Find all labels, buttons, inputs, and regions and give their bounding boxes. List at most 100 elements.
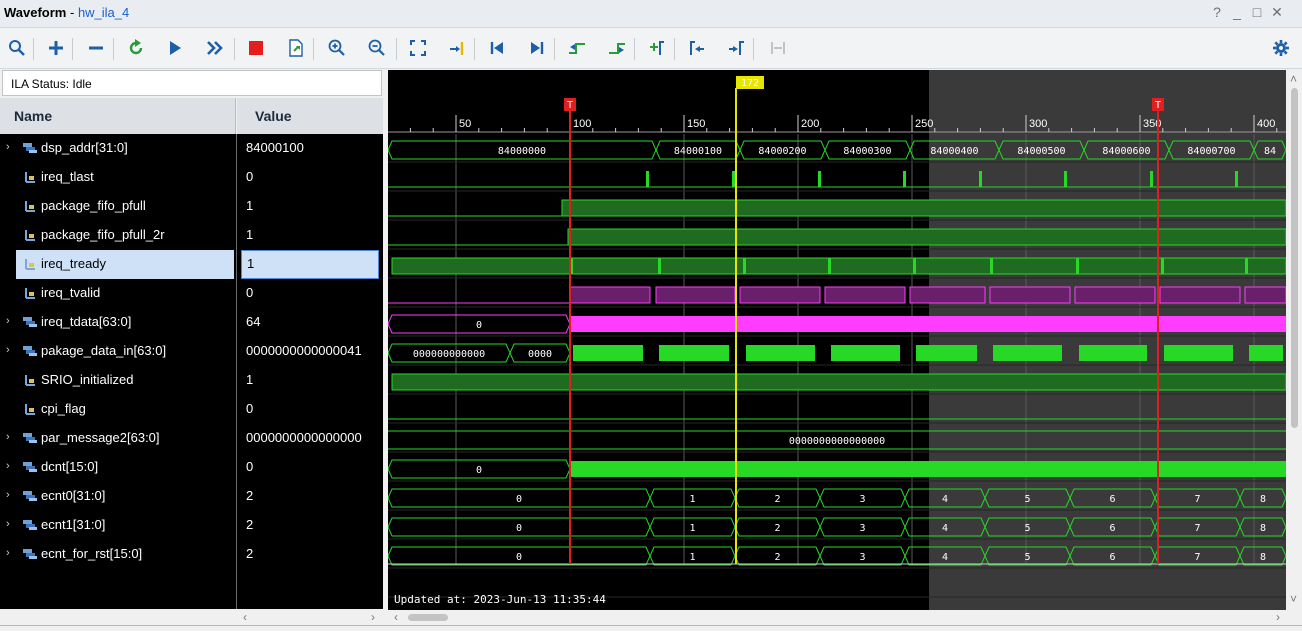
add-marker-icon[interactable] <box>646 37 668 59</box>
expand-chevron-icon[interactable]: › <box>6 344 10 356</box>
expand-chevron-icon[interactable]: › <box>6 518 10 530</box>
bus-value-label: 8 <box>1260 494 1266 505</box>
next-marker-icon[interactable] <box>725 37 747 59</box>
signal-row[interactable]: SRIO_initialized <box>0 366 236 395</box>
help-button[interactable]: ? <box>1208 4 1226 20</box>
wire-signal-icon <box>25 172 35 183</box>
scroll-right-icon[interactable]: › <box>1276 610 1280 624</box>
signal-value-row[interactable]: 2 <box>237 540 383 569</box>
signal-value-row[interactable]: 0 <box>237 395 383 424</box>
swap-cursors-icon[interactable] <box>767 37 789 59</box>
vertical-scrollbar[interactable]: ˄ ˅ <box>1286 70 1302 610</box>
signal-value: 0 <box>246 401 254 416</box>
expand-chevron-icon[interactable]: › <box>6 460 10 472</box>
signal-value-row[interactable]: 2 <box>237 482 383 511</box>
signal-row[interactable]: › par_message2[63:0] <box>0 424 236 453</box>
signal-value-row[interactable]: 84000100 <box>237 134 383 163</box>
bus-value-label: 0000000000000000 <box>789 436 885 447</box>
bus-value-label: 3 <box>859 494 865 505</box>
run-immediate-icon[interactable] <box>204 37 226 59</box>
go-to-cursor-icon[interactable] <box>446 37 468 59</box>
bus-value-label: 7 <box>1194 523 1200 534</box>
close-button[interactable]: ✕ <box>1268 4 1286 21</box>
expand-chevron-icon[interactable]: › <box>6 315 10 327</box>
expand-chevron-icon[interactable]: › <box>6 489 10 501</box>
signal-row[interactable]: › ecnt1[31:0] <box>0 511 236 540</box>
zoom-out-icon[interactable] <box>366 37 388 59</box>
bus-value-label: 0 <box>476 320 482 331</box>
signal-value-row[interactable]: 0 <box>237 453 383 482</box>
signal-value-row[interactable]: 0 <box>237 279 383 308</box>
signal-row[interactable]: package_fifo_pfull <box>0 192 236 221</box>
signal-row[interactable]: › pakage_data_in[63:0] <box>0 337 236 366</box>
signal-row[interactable]: › ecnt_for_rst[15:0] <box>0 540 236 569</box>
signal-value-row[interactable]: 1 <box>237 366 383 395</box>
scroll-up-icon[interactable]: ˄ <box>1290 72 1297 86</box>
search-icon[interactable] <box>6 37 28 59</box>
zoom-add-icon[interactable] <box>45 37 67 59</box>
bus-value-label: 4 <box>942 523 948 534</box>
minimize-button[interactable]: _ <box>1228 4 1246 20</box>
run-trigger-icon[interactable] <box>164 37 186 59</box>
name-column-header[interactable]: Name <box>0 98 236 134</box>
signal-value-row[interactable]: 0000000000000041 <box>237 337 383 366</box>
expand-chevron-icon[interactable]: › <box>6 547 10 559</box>
signal-value-row[interactable]: 1 <box>237 192 383 221</box>
previous-marker-icon[interactable] <box>686 37 708 59</box>
previous-transition-icon[interactable] <box>566 37 588 59</box>
settings-icon[interactable] <box>1270 37 1292 59</box>
signal-row[interactable]: package_fifo_pfull_2r <box>0 221 236 250</box>
signal-row[interactable]: › dcnt[15:0] <box>0 453 236 482</box>
next-transition-icon[interactable] <box>606 37 628 59</box>
zoom-in-icon[interactable] <box>326 37 348 59</box>
signal-value-row[interactable]: 0 <box>237 163 383 192</box>
scroll-down-icon[interactable]: ˅ <box>1290 592 1297 606</box>
title-bar: Waveform - hw_ila_4 ? _ □ ✕ <box>0 0 1302 28</box>
go-to-start-icon[interactable] <box>486 37 508 59</box>
scroll-thumb[interactable] <box>1291 88 1298 428</box>
trigger-marker-label: T <box>1155 100 1161 111</box>
signal-row[interactable]: ireq_tready <box>16 250 234 279</box>
remove-icon[interactable] <box>85 37 107 59</box>
name-horizontal-scrollbar[interactable]: ‹ › <box>237 610 383 624</box>
signal-row[interactable]: ireq_tlast <box>0 163 236 192</box>
bus-signal-icon <box>23 491 37 501</box>
signal-value-row[interactable]: 0000000000000000 <box>237 424 383 453</box>
wave-horizontal-scrollbar[interactable]: ‹ › <box>388 610 1286 624</box>
signal-row[interactable]: › dsp_addr[31:0] <box>0 134 236 163</box>
stop-icon[interactable] <box>245 37 267 59</box>
signal-row[interactable]: › ireq_tdata[63:0] <box>0 308 236 337</box>
export-icon[interactable] <box>285 37 307 59</box>
refresh-icon[interactable] <box>125 37 147 59</box>
bus-value-label: 84000100 <box>674 146 722 157</box>
signal-row[interactable]: cpi_flag <box>0 395 236 424</box>
signal-name: dcnt[15:0] <box>41 459 99 474</box>
maximize-button[interactable]: □ <box>1248 4 1266 20</box>
waveform-svg[interactable]: 50 100 150 200 250 300 350 40084000000 84000100 8… <box>388 70 1286 610</box>
bus-signal-icon <box>23 143 37 153</box>
signal-value: 0000000000000000 <box>246 430 362 445</box>
signal-value-row[interactable]: 64 <box>237 308 383 337</box>
zoom-fit-icon[interactable] <box>407 37 429 59</box>
value-column-header[interactable]: Value <box>237 98 383 134</box>
waveform-canvas[interactable]: 50 100 150 200 250 300 350 400 84000000 84000100 8… <box>388 70 1286 610</box>
signal-value-row[interactable]: 2 <box>237 511 383 540</box>
signal-row[interactable]: › ecnt0[31:0] <box>0 482 236 511</box>
pulse <box>1245 258 1248 274</box>
signal-value: 2 <box>246 517 254 532</box>
scroll-left-icon[interactable]: ‹ <box>243 610 247 624</box>
go-to-end-icon[interactable] <box>526 37 548 59</box>
scroll-left-icon[interactable]: ‹ <box>394 610 398 624</box>
title-file-link[interactable]: hw_ila_4 <box>78 5 129 20</box>
signal-row[interactable]: ireq_tvalid <box>0 279 236 308</box>
scroll-thumb[interactable] <box>408 614 448 621</box>
expand-chevron-icon[interactable]: › <box>6 431 10 443</box>
signal-value-row[interactable]: 1 <box>241 250 379 279</box>
expand-chevron-icon[interactable]: › <box>6 141 10 153</box>
scroll-right-icon[interactable]: › <box>371 610 375 624</box>
bus-value-label: 5 <box>1024 523 1030 534</box>
bus-value-label: 2 <box>774 523 780 534</box>
trigger-marker-label: T <box>567 100 573 111</box>
signal-value-row[interactable]: 1 <box>237 221 383 250</box>
wire-high <box>1074 286 1156 304</box>
